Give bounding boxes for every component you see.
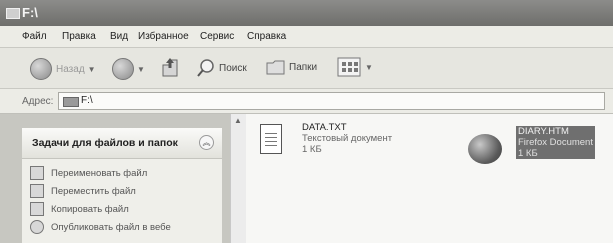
file-name: DIARY.HTM — [518, 126, 569, 137]
up-folder-button[interactable] — [160, 56, 180, 78]
drive-icon — [63, 97, 79, 107]
rename-icon — [30, 166, 44, 180]
task-publish[interactable]: Опубликовать файл в вебе — [30, 220, 171, 234]
title-bar[interactable]: F:\ — [0, 0, 613, 26]
scroll-up-icon[interactable]: ▲ — [233, 116, 243, 126]
file-list: DATA.TXT Текстовый документ 1 КБ DIARY.H… — [246, 114, 613, 243]
file-size: 1 КБ — [518, 148, 538, 159]
menu-bar: Файл Правка Вид Избранное Сервис Справка — [0, 26, 613, 48]
menu-view[interactable]: Вид — [110, 31, 128, 42]
task-copy[interactable]: Копировать файл — [30, 202, 129, 216]
task-label: Копировать файл — [51, 203, 129, 215]
file-type: Текстовый документ — [302, 133, 393, 144]
folder-icon — [6, 8, 20, 19]
publish-web-icon — [30, 220, 44, 234]
file-name: DATA.TXT — [302, 122, 347, 133]
views-button[interactable]: ▼ — [336, 56, 373, 78]
chevron-down-icon: ▼ — [365, 62, 373, 72]
window-title: F:\ — [22, 5, 38, 20]
firefox-document-icon — [468, 134, 502, 164]
address-input[interactable]: F:\ — [58, 92, 605, 110]
menu-favorites[interactable]: Избранное — [138, 31, 189, 42]
task-rename[interactable]: Переименовать файл — [30, 166, 147, 180]
task-pane-scrollbar[interactable]: ▲ — [230, 114, 246, 243]
back-button[interactable]: Назад ▼ — [30, 58, 96, 80]
address-label: Адрес: — [22, 96, 54, 107]
menu-edit[interactable]: Правка — [62, 31, 96, 42]
menu-tools[interactable]: Сервис — [200, 31, 234, 42]
forward-arrow-icon — [112, 58, 134, 80]
search-icon — [197, 59, 214, 77]
back-label: Назад — [56, 63, 85, 75]
menu-help[interactable]: Справка — [247, 31, 286, 42]
chevron-down-icon: ▼ — [137, 64, 145, 74]
forward-button[interactable]: ▼ — [112, 58, 145, 80]
folders-label: Папки — [289, 61, 318, 73]
file-type: Firefox Document — [518, 137, 593, 148]
file-size: 1 КБ — [302, 144, 322, 155]
copy-icon — [30, 202, 44, 216]
search-button[interactable]: Поиск — [196, 58, 247, 78]
task-box-title: Задачи для файлов и папок — [32, 137, 178, 149]
task-label: Переместить файл — [51, 185, 136, 197]
collapse-icon[interactable]: ︽ — [199, 135, 214, 150]
text-document-icon — [260, 124, 282, 154]
menu-file[interactable]: Файл — [22, 31, 47, 42]
task-label: Опубликовать файл в вебе — [51, 221, 171, 233]
toolbar: Назад ▼ ▼ Поиск Папки ▼ — [0, 48, 613, 89]
up-folder-icon — [162, 58, 178, 77]
address-bar: Адрес: F:\ — [0, 89, 613, 114]
task-box-header[interactable]: Задачи для файлов и папок ︽ — [22, 128, 222, 159]
chevron-down-icon: ▼ — [87, 64, 96, 74]
views-icon — [337, 57, 361, 77]
task-label: Переименовать файл — [51, 167, 148, 179]
move-icon — [30, 184, 44, 198]
back-arrow-icon — [30, 58, 52, 80]
folders-icon — [266, 60, 285, 75]
explorer-window: F:\ Файл Правка Вид Избранное Сервис Спр… — [0, 0, 613, 243]
address-value: F:\ — [81, 95, 93, 106]
search-label: Поиск — [219, 62, 247, 74]
folders-button[interactable]: Папки — [266, 58, 317, 76]
task-move[interactable]: Переместить файл — [30, 184, 136, 198]
